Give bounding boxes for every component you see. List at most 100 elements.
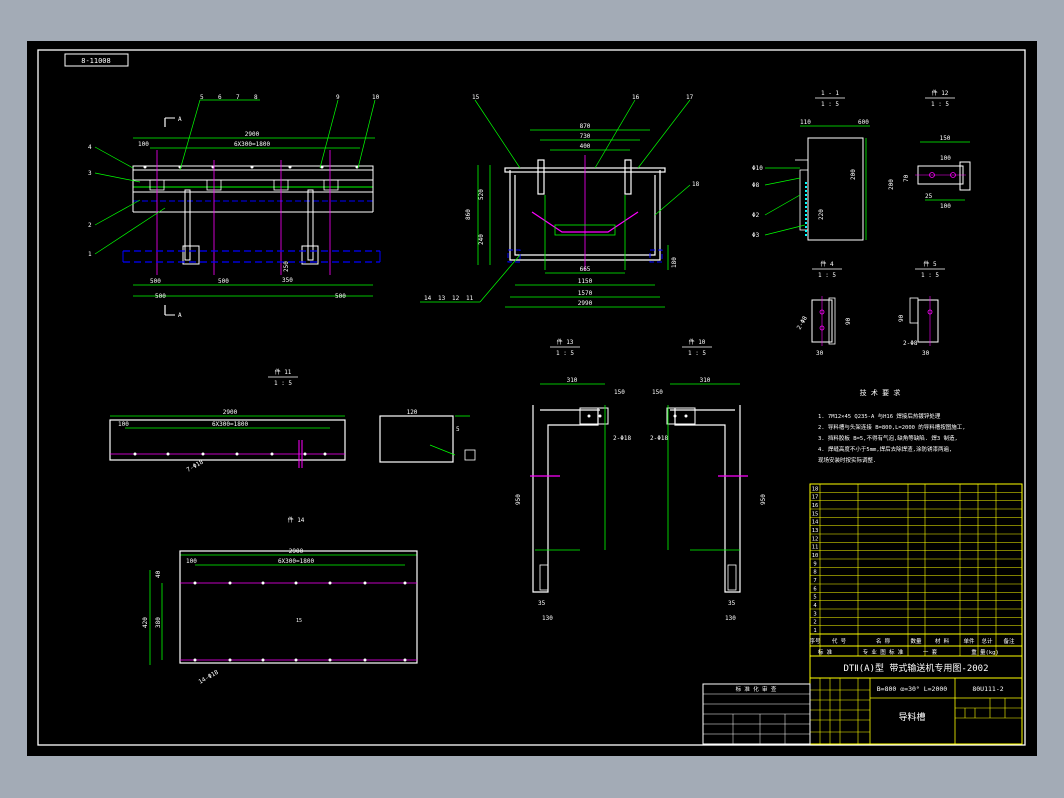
- section-callout-18: 18: [692, 181, 700, 188]
- main-callout-8: 8: [254, 94, 258, 101]
- tech-req-line-2: 2. 导料槽与头架连接 B=800,L=2000 的导料槽按图施工,: [818, 423, 966, 431]
- detail-4-dim-hole: 2-Φ8: [903, 340, 918, 347]
- parts-header2-std: 标 准: [818, 648, 833, 656]
- main-section-bottom: A: [178, 312, 182, 319]
- part-11-scale: 1 : 5: [274, 380, 292, 387]
- detail-3-label: 件 4: [820, 260, 834, 268]
- parts-header-code: 代 号: [832, 637, 847, 645]
- main-dim-bottom-2: 500: [218, 278, 229, 285]
- section-callout-17: 17: [686, 94, 694, 101]
- tech-req-line-1: 1. 7M12×45 Q235-A 与H16 焊接后热镀锌处理: [818, 412, 941, 420]
- detail-4-label: 件 5: [923, 260, 937, 268]
- parts-header-no: 序号: [809, 637, 821, 645]
- part-10-scale: 1 : 5: [688, 350, 706, 357]
- parts-table-row-no: 14: [812, 520, 819, 526]
- part-11-side-w: 120: [407, 409, 418, 416]
- parts-table-row-no: 15: [812, 511, 819, 517]
- detail-4-scale: 1 : 5: [921, 272, 939, 279]
- main-callout-1: 1: [88, 251, 92, 258]
- part-11-label: 件 11: [275, 368, 292, 376]
- part-11-dim-span: 6X300=1800: [212, 421, 249, 428]
- section-callout-12: 12: [452, 295, 460, 302]
- section-dim-right-1: 180: [671, 257, 678, 268]
- parts-header-name: 名 称: [876, 637, 891, 645]
- parts-header-remark: 备注: [1003, 637, 1015, 645]
- section-callout-11: 11: [466, 295, 474, 302]
- section-dim-top-3: 400: [580, 143, 591, 150]
- section-dim-top-2: 730: [580, 133, 591, 140]
- main-dim-left: 100: [138, 141, 149, 148]
- parts-table-row-no: 8: [813, 570, 816, 576]
- detail-1-dim-top: 600: [858, 119, 869, 126]
- detail-2-scale: 1 : 5: [931, 101, 949, 108]
- parts-table-row-no: 6: [813, 586, 816, 592]
- part-10-dim-b2: 130: [725, 615, 736, 622]
- section-dim-left-2: 860: [465, 209, 472, 220]
- parts-header2-set: 一 套: [923, 648, 938, 656]
- tech-req-line-5: 现场安装时按实际调整.: [818, 456, 876, 464]
- parts-table-row-no: 10: [812, 553, 819, 559]
- tech-req-title: 技 术 要 求: [860, 388, 901, 397]
- section-callout-15: 15: [472, 94, 480, 101]
- section-dim-left-1: 520: [478, 189, 485, 200]
- part-11-dim-overall: 2900: [223, 409, 238, 416]
- part-13-dim-flange: 150: [614, 389, 625, 396]
- title-code: 80U111-2: [972, 685, 1003, 693]
- parts-table-row-no: 3: [813, 611, 816, 617]
- parts-table-row-no: 11: [812, 545, 819, 551]
- main-dim-h2: 250: [283, 261, 290, 272]
- parts-table-row-no: 18: [812, 486, 819, 492]
- detail-2-dim-sub: 100: [940, 155, 951, 162]
- title-name: 导料槽: [898, 711, 925, 723]
- main-callout-6: 6: [218, 94, 222, 101]
- parts-table-row-no: 2: [813, 620, 816, 626]
- parts-header-qty: 数量: [910, 637, 922, 645]
- parts-header-unit: 单件: [963, 637, 975, 645]
- tech-req-line-4: 4. 焊缝高度不小于5mm,焊后去除焊渣,涂防锈漆两遍,: [818, 445, 952, 453]
- revision-title: 标 准 化 审 查: [736, 685, 777, 693]
- part-14-dim-left: 100: [186, 558, 197, 565]
- part-14-label: 件 14: [288, 516, 305, 524]
- detail-2-dim-top: 150: [940, 135, 951, 142]
- main-callout-2: 2: [88, 222, 92, 229]
- part-14-center-mark: 15: [296, 618, 302, 624]
- main-dim-bottom-3: 500: [155, 293, 166, 300]
- parts-table-row-no: 16: [812, 503, 819, 509]
- detail-2-dim-h: 70: [903, 174, 910, 182]
- detail-1-dim-left: 110: [800, 119, 811, 126]
- main-callout-9: 9: [336, 94, 340, 101]
- detail-2-dim-b2: 100: [940, 203, 951, 210]
- parts-table-row-no: 5: [813, 595, 816, 601]
- detail-4-dim-h: 90: [898, 314, 905, 322]
- detail-1-callout-1: Φ10: [752, 165, 763, 172]
- part-14-dim-h3: 40: [155, 570, 162, 578]
- part-13-label: 件 13: [557, 338, 574, 346]
- cad-drawing: 8-11008 2900 6X300=1800 100 500 500 500 …: [27, 41, 1037, 756]
- main-dim-overall: 2900: [245, 131, 260, 138]
- part-13-dim-top: 310: [567, 377, 578, 384]
- parts-header-material: 材 料: [935, 637, 950, 645]
- part-14-dim-h1: 380: [155, 617, 162, 628]
- section-dim-left-3: 240: [478, 234, 485, 245]
- parts-table-row-no: 7: [813, 578, 816, 584]
- detail-1-dim-h2: 220: [818, 209, 825, 220]
- part-10-dim-b1: 35: [728, 600, 736, 607]
- main-callout-4: 4: [88, 144, 92, 151]
- section-dim-bottom-3: 2990: [578, 300, 593, 307]
- parts-table-row-no: 12: [812, 536, 819, 542]
- part-14-dim-span: 6X300=1800: [278, 558, 315, 565]
- part-10-dim-top: 310: [700, 377, 711, 384]
- part-13-dim-b1: 35: [538, 600, 546, 607]
- detail-2-label: 件 12: [932, 89, 949, 97]
- section-callout-14: 14: [424, 295, 432, 302]
- section-dim-bottom-4: 665: [580, 266, 591, 273]
- parts-header2-weight: 重 量(kg): [971, 648, 999, 656]
- section-dim-bottom-2: 1570: [578, 290, 593, 297]
- main-dim-bottom-1: 500: [150, 278, 161, 285]
- part-10-dim-hole: 2-Φ18: [650, 435, 668, 442]
- main-callout-7: 7: [236, 94, 240, 101]
- parts-header-total: 总计: [981, 637, 993, 645]
- parts-header2-prof: 专 业 图 标 准: [863, 648, 904, 656]
- main-dim-bottom-4: 500: [335, 293, 346, 300]
- detail-3-scale: 1 : 5: [818, 272, 836, 279]
